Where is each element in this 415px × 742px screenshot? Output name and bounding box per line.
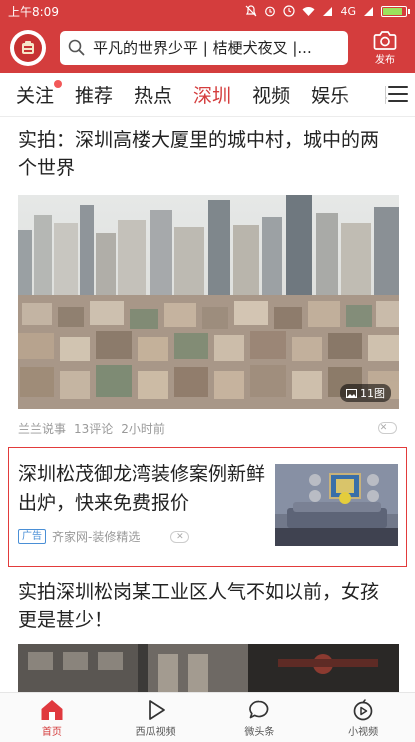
city-photo-image <box>18 195 399 409</box>
ad-card[interactable]: 深圳松茂御龙湾装修案例新鲜出炉，快来免费报价 广告 齐家网-装修精选 ✕ <box>8 447 407 567</box>
home-icon <box>41 700 63 720</box>
dismiss-button[interactable]: ✕ <box>170 530 190 543</box>
nav-weitoutiao[interactable]: 微头条 <box>208 693 312 742</box>
tab-follow[interactable]: 关注 <box>16 80 63 108</box>
mute-icon <box>246 5 257 17</box>
battery-icon <box>381 5 410 17</box>
camera-icon <box>373 30 397 50</box>
tab-recommend[interactable]: 推荐 <box>75 81 113 108</box>
alarm-icon <box>265 6 276 17</box>
publish-button[interactable]: 发布 <box>363 30 407 66</box>
article-card[interactable]: 实拍：深圳高楼大厦里的城中村，城中的两个世界 11图 兰兰说事 13评论 2小时… <box>0 117 415 447</box>
tab-hot[interactable]: 热点 <box>134 81 172 108</box>
tab-label: 深圳 <box>193 85 232 107</box>
article-photo[interactable]: 11图 <box>18 195 399 409</box>
publish-time: 2小时前 <box>121 421 165 436</box>
tab-label: 热点 <box>134 85 173 107</box>
clock-icon <box>283 5 296 17</box>
notification-dot <box>54 80 63 88</box>
publish-label: 发布 <box>375 54 395 66</box>
ad-thumbnail <box>275 464 398 546</box>
photo-count: 11图 <box>360 387 385 400</box>
nav-short-video[interactable]: 小视频 <box>311 693 415 742</box>
tab-label: 关注 <box>16 85 55 107</box>
nav-label: 首页 <box>41 727 62 738</box>
channel-menu-button[interactable] <box>387 83 409 105</box>
article-source[interactable]: 兰兰说事 <box>18 420 66 437</box>
network-type: 4G <box>340 4 356 18</box>
signal-icon <box>364 6 373 16</box>
wifi-icon <box>302 6 315 16</box>
ad-source: 齐家网-装修精选 <box>52 530 141 544</box>
chat-bubble-icon <box>249 700 269 719</box>
comment-count: 13评论 <box>74 421 114 436</box>
toutiao-app: 上午8:09 4G 平凡的世界少平 | 桔梗犬夜叉 |... 发布 关注 推荐 … <box>0 0 415 742</box>
close-icon: ✕ <box>379 423 388 433</box>
top-header: 平凡的世界少平 | 桔梗犬夜叉 |... 发布 <box>0 22 415 73</box>
app-logo[interactable] <box>10 29 46 66</box>
tab-video[interactable]: 视频 <box>252 81 290 108</box>
dismiss-button[interactable]: ✕ <box>378 422 397 434</box>
search-placeholder: 平凡的世界少平 | 桔梗犬夜叉 |... <box>93 39 312 57</box>
menu-line <box>388 93 408 95</box>
article-title: 实拍深圳松岗某工业区人气不如以前，女孩更是甚少！ <box>18 581 380 631</box>
nav-home[interactable]: 首页 <box>0 693 104 742</box>
feed-spacer <box>0 567 415 575</box>
search-icon <box>68 39 85 56</box>
battery-level <box>383 7 402 15</box>
bottom-navigation: 首页 西瓜视频 微头条 小视频 <box>0 692 415 742</box>
short-video-icon <box>353 699 373 721</box>
nav-label: 小视频 <box>348 727 379 738</box>
ad-meta: 广告 齐家网-装修精选 ✕ <box>18 528 267 545</box>
toutiao-logo-icon <box>22 40 34 54</box>
article-photo[interactable] <box>18 644 399 692</box>
tab-shenzhen[interactable]: 深圳 <box>193 81 231 108</box>
article-meta: 兰兰说事 13评论 2小时前 ✕ <box>18 409 397 447</box>
status-time: 上午8:09 <box>8 4 59 19</box>
article-card[interactable]: 实拍深圳松岗某工业区人气不如以前，女孩更是甚少！ <box>0 575 415 692</box>
status-icons: 4G <box>245 4 410 18</box>
news-feed: 实拍：深圳高楼大厦里的城中村，城中的两个世界 11图 兰兰说事 13评论 2小时… <box>0 117 415 692</box>
industrial-area-image <box>18 644 399 692</box>
ad-badge: 广告 <box>18 529 46 544</box>
signal-icon <box>323 6 333 16</box>
close-icon: ✕ <box>176 531 184 542</box>
image-icon <box>346 388 357 398</box>
ad-title: 深圳松茂御龙湾装修案例新鲜出炉，快来免费报价 <box>18 463 266 514</box>
article-title: 实拍：深圳高楼大厦里的城中村，城中的两个世界 <box>18 129 380 179</box>
living-room-image <box>275 464 398 546</box>
menu-line <box>388 86 408 88</box>
menu-line <box>388 100 408 102</box>
ad-content: 深圳松茂御龙湾装修案例新鲜出炉，快来免费报价 广告 齐家网-装修精选 ✕ <box>9 448 267 566</box>
photo-count-badge: 11图 <box>340 384 391 402</box>
tab-label: 推荐 <box>75 85 114 107</box>
logo-mark <box>14 33 42 62</box>
nav-xigua-video[interactable]: 西瓜视频 <box>104 693 208 742</box>
search-input[interactable]: 平凡的世界少平 | 桔梗犬夜叉 |... <box>60 30 348 65</box>
tabs-fade-overlay <box>340 73 385 116</box>
play-icon <box>148 700 165 720</box>
channel-tabs: 关注 推荐 热点 深圳 视频 娱乐 科 <box>0 73 415 117</box>
nav-label: 西瓜视频 <box>135 727 176 738</box>
nav-label: 微头条 <box>244 727 275 738</box>
status-bar: 上午8:09 4G <box>0 0 415 22</box>
tab-label: 视频 <box>252 85 291 107</box>
